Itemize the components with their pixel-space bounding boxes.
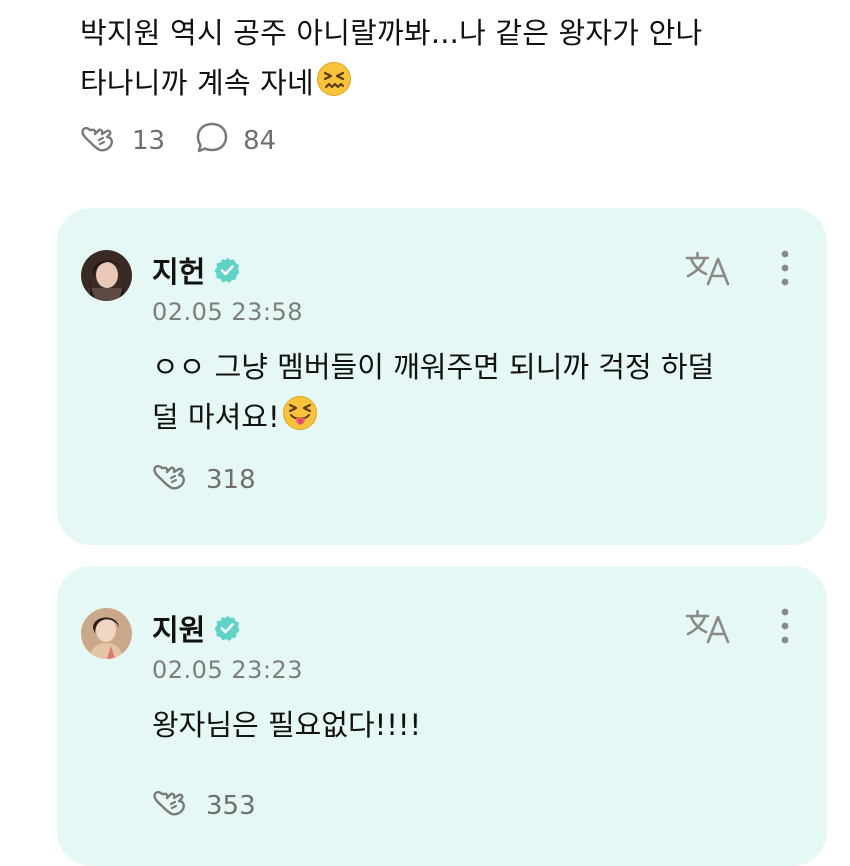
comment-like-count: 353 xyxy=(206,790,256,821)
comment-card: 지헌 02.05 23:58 ㅇㅇ 그냥 멤버들이 깨워주면 되니까 걱정 하덜… xyxy=(57,208,827,545)
comment-author[interactable]: 지헌 xyxy=(152,250,241,290)
translate-icon xyxy=(684,609,732,650)
comment-like-button[interactable]: 353 xyxy=(152,786,256,825)
post-text-line-2-content: 타나니까 계속 자네 xyxy=(80,66,314,100)
more-options-button[interactable] xyxy=(777,606,793,646)
heart-fist-outline-icon xyxy=(80,122,132,161)
post-text-line-1: 박지원 역시 공주 아니랄까봐...나 같은 왕자가 안나 xyxy=(80,16,703,50)
confounded-face-emoji-icon xyxy=(316,61,352,112)
post-like-count: 13 xyxy=(132,126,166,156)
comment-text-line-2-content: 덜 마셔요! xyxy=(152,400,280,434)
avatar[interactable] xyxy=(81,608,132,659)
post-like-button[interactable]: 13 xyxy=(80,122,165,161)
comment-timestamp: 02.05 23:23 xyxy=(152,656,303,684)
author-name: 지헌 xyxy=(152,255,206,289)
comment-text-line-2: 덜 마셔요! xyxy=(152,392,812,446)
comment-author[interactable]: 지원 xyxy=(152,608,241,648)
post-comment-count: 84 xyxy=(243,126,277,156)
avatar[interactable] xyxy=(81,250,132,301)
translate-button[interactable] xyxy=(684,248,732,292)
comment-text: ㅇㅇ 그냥 멤버들이 깨워주면 되니까 걱정 하덜 덜 마셔요! xyxy=(152,342,812,446)
post-comment-button[interactable]: 84 xyxy=(195,121,276,162)
comment-text: 왕자님은 필요없다!!!! xyxy=(152,708,422,742)
comment-like-button[interactable]: 318 xyxy=(152,460,256,499)
comment-text-line-1: ㅇㅇ 그냥 멤버들이 깨워주면 되니까 걱정 하덜 xyxy=(152,350,715,384)
more-vertical-icon xyxy=(777,250,793,292)
squinting-tongue-face-emoji-icon xyxy=(282,395,318,446)
heart-fist-outline-icon xyxy=(152,460,206,499)
post-stats: 13 84 xyxy=(80,120,306,162)
more-options-button[interactable] xyxy=(777,248,793,288)
heart-fist-outline-icon xyxy=(152,786,206,825)
translate-icon xyxy=(684,251,732,292)
verified-badge-icon xyxy=(213,614,241,642)
comment-timestamp: 02.05 23:58 xyxy=(152,298,303,326)
post-text-line-2: 타나니까 계속 자네 xyxy=(80,58,820,112)
comment-like-count: 318 xyxy=(206,464,256,495)
author-name: 지원 xyxy=(152,613,206,647)
comment-card: 지원 02.05 23:23 왕자님은 필요없다!!!! 353 xyxy=(57,566,827,866)
speech-bubble-icon xyxy=(195,121,243,162)
more-vertical-icon xyxy=(777,608,793,650)
verified-badge-icon xyxy=(213,256,241,284)
translate-button[interactable] xyxy=(684,606,732,650)
post-text: 박지원 역시 공주 아니랄까봐...나 같은 왕자가 안나 타나니까 계속 자네 xyxy=(80,8,820,112)
